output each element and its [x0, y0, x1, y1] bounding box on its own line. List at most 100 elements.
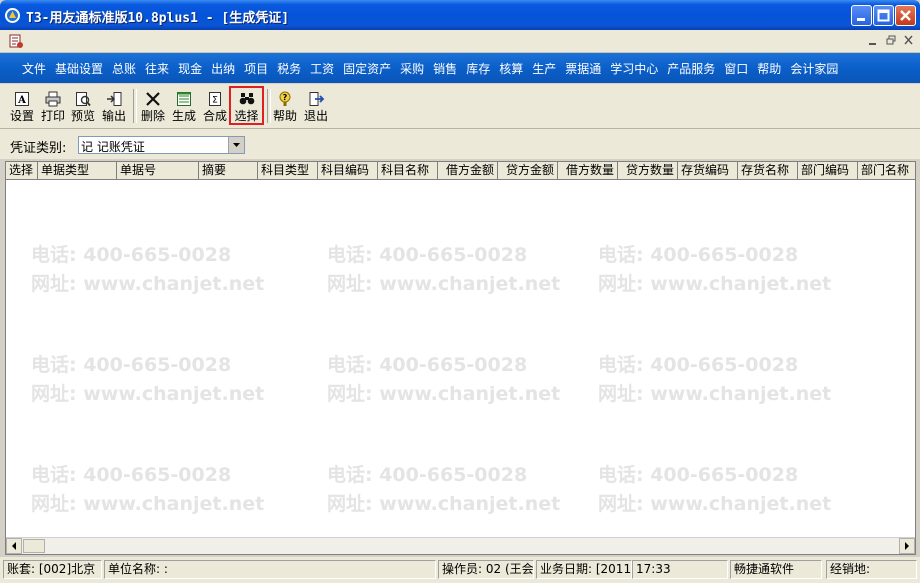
close-icon — [900, 10, 911, 21]
merge-button[interactable]: Σ 合成 — [200, 88, 230, 124]
child-restore-icon[interactable] — [884, 34, 898, 47]
status-business-date: 业务日期: [2011 — [536, 560, 632, 579]
menu-file[interactable]: 文件 — [22, 60, 46, 77]
menu-cashier[interactable]: 出纳 — [211, 60, 235, 77]
menu-payroll[interactable]: 工资 — [310, 60, 334, 77]
watermark-phone: 电话: 400-665-0028 — [31, 244, 232, 266]
status-account: 账套: [002]北京 — [3, 560, 102, 579]
status-company: 单位名称: : — [104, 560, 436, 579]
status-time: 17:33 — [632, 560, 728, 579]
watermark-website: 网址: www.chanjet.net — [327, 493, 561, 515]
menu-inventory[interactable]: 库存 — [466, 60, 490, 77]
watermark-phone: 电话: 400-665-0028 — [598, 244, 799, 266]
column-header[interactable]: 部门编码 — [798, 162, 858, 180]
menu-bills[interactable]: 票据通 — [565, 60, 601, 77]
column-header[interactable]: 单据号 — [117, 162, 199, 180]
print-button[interactable]: 打印 — [38, 88, 68, 124]
status-operator: 操作员: 02 (王会 — [438, 560, 534, 579]
child-minimize-icon[interactable] — [866, 34, 880, 47]
menu-project[interactable]: 项目 — [244, 60, 268, 77]
menu-purchasing[interactable]: 采购 — [400, 60, 424, 77]
menu-cash[interactable]: 现金 — [178, 60, 202, 77]
watermark-phone: 电话: 400-665-0028 — [31, 354, 232, 376]
mdi-child-strip — [0, 30, 920, 53]
column-header[interactable]: 选择 — [6, 162, 38, 180]
column-header[interactable]: 科目名称 — [378, 162, 438, 180]
settings-button[interactable]: A 设置 — [7, 88, 37, 124]
export-button[interactable]: 输出 — [99, 88, 129, 124]
menu-fixed-assets[interactable]: 固定资产 — [343, 60, 391, 77]
scroll-right-button[interactable] — [899, 538, 915, 554]
watermark-website: 网址: www.chanjet.net — [598, 273, 832, 295]
menu-product-services[interactable]: 产品服务 — [667, 60, 715, 77]
menu-basic-settings[interactable]: 基础设置 — [55, 60, 103, 77]
watermark-phone: 电话: 400-665-0028 — [598, 354, 799, 376]
menu-receivables[interactable]: 往来 — [145, 60, 169, 77]
scroll-thumb[interactable] — [23, 539, 45, 553]
app-icon — [5, 8, 20, 23]
column-header[interactable]: 贷方数量 — [618, 162, 678, 180]
svg-text:Σ: Σ — [212, 96, 218, 106]
menu-bar: 文件 基础设置 总账 往来 现金 出纳 项目 税务 工资 固定资产 采购 销售 … — [0, 53, 920, 83]
maximize-icon — [877, 9, 890, 22]
help-button[interactable]: ? 帮助 — [270, 88, 300, 124]
minimize-icon — [857, 18, 865, 21]
binoculars-icon — [239, 93, 254, 105]
menu-production[interactable]: 生产 — [532, 60, 556, 77]
column-header[interactable]: 摘要 — [199, 162, 258, 180]
scroll-left-button[interactable] — [6, 538, 22, 554]
menu-sales[interactable]: 销售 — [433, 60, 457, 77]
merge-icon: Σ — [209, 92, 221, 106]
child-close-icon[interactable] — [902, 34, 916, 47]
voucher-type-select[interactable]: 记 记账凭证 — [78, 136, 245, 154]
toolbar-separator — [133, 89, 137, 123]
chevron-right-icon — [905, 542, 909, 550]
watermark-website: 网址: www.chanjet.net — [31, 493, 265, 515]
dropdown-button[interactable] — [228, 137, 244, 153]
watermark-phone: 电话: 400-665-0028 — [327, 354, 528, 376]
svg-text:?: ? — [283, 93, 288, 102]
column-header[interactable]: 借方金额 — [438, 162, 498, 180]
voucher-grid[interactable]: 电话: 400-665-0028 电话: 400-665-0028 电话: 40… — [5, 161, 916, 555]
column-header[interactable]: 部门名称 — [858, 162, 915, 180]
voucher-type-label: 凭证类别: — [10, 141, 67, 156]
column-header[interactable]: 存货编码 — [678, 162, 738, 180]
exit-button[interactable]: 退出 — [301, 88, 331, 124]
maximize-button[interactable] — [873, 5, 894, 26]
column-header[interactable]: 科目类型 — [258, 162, 318, 180]
watermark-phone: 电话: 400-665-0028 — [31, 464, 232, 486]
select-button[interactable]: 选择 — [229, 86, 264, 125]
column-header[interactable]: 科目编码 — [318, 162, 378, 180]
preview-button[interactable]: 预览 — [68, 88, 98, 124]
window-title: T3-用友通标准版10.8plus1 - [生成凭证] — [26, 11, 290, 26]
svg-text:A: A — [17, 95, 26, 106]
menu-help[interactable]: 帮助 — [757, 60, 781, 77]
menu-accountant-home[interactable]: 会计家园 — [790, 60, 838, 77]
status-vendor: 畅捷通软件 — [730, 560, 822, 579]
delete-button[interactable]: 删除 — [138, 88, 168, 124]
column-header[interactable]: 贷方金额 — [498, 162, 558, 180]
watermark-phone: 电话: 400-665-0028 — [327, 464, 528, 486]
menu-costing[interactable]: 核算 — [499, 60, 523, 77]
menu-tax[interactable]: 税务 — [277, 60, 301, 77]
column-header[interactable]: 存货名称 — [738, 162, 798, 180]
toolbar: A 设置 打印 预览 输出 删除 生成 Σ 合成 选择 ? 帮助 退出 — [0, 84, 920, 129]
document-icon — [9, 34, 23, 48]
grid-header: 选择 单据类型 单据号 摘要 科目类型 科目编码 科目名称 借方金额 贷方金额 … — [6, 162, 915, 180]
generate-icon — [177, 92, 191, 106]
generate-button[interactable]: 生成 — [169, 88, 199, 124]
watermark-website: 网址: www.chanjet.net — [598, 383, 832, 405]
watermark-phone: 电话: 400-665-0028 — [327, 244, 528, 266]
chevron-down-icon — [233, 143, 240, 147]
close-button[interactable] — [895, 5, 916, 26]
minimize-button[interactable] — [851, 5, 872, 26]
column-header[interactable]: 借方数量 — [558, 162, 618, 180]
horizontal-scrollbar[interactable] — [6, 537, 915, 554]
settings-icon: A — [15, 92, 29, 106]
menu-window[interactable]: 窗口 — [724, 60, 748, 77]
menu-learning-center[interactable]: 学习中心 — [610, 60, 658, 77]
column-header[interactable]: 单据类型 — [38, 162, 117, 180]
menu-general-ledger[interactable]: 总账 — [112, 60, 136, 77]
export-icon — [107, 92, 122, 106]
preview-icon — [76, 92, 91, 107]
